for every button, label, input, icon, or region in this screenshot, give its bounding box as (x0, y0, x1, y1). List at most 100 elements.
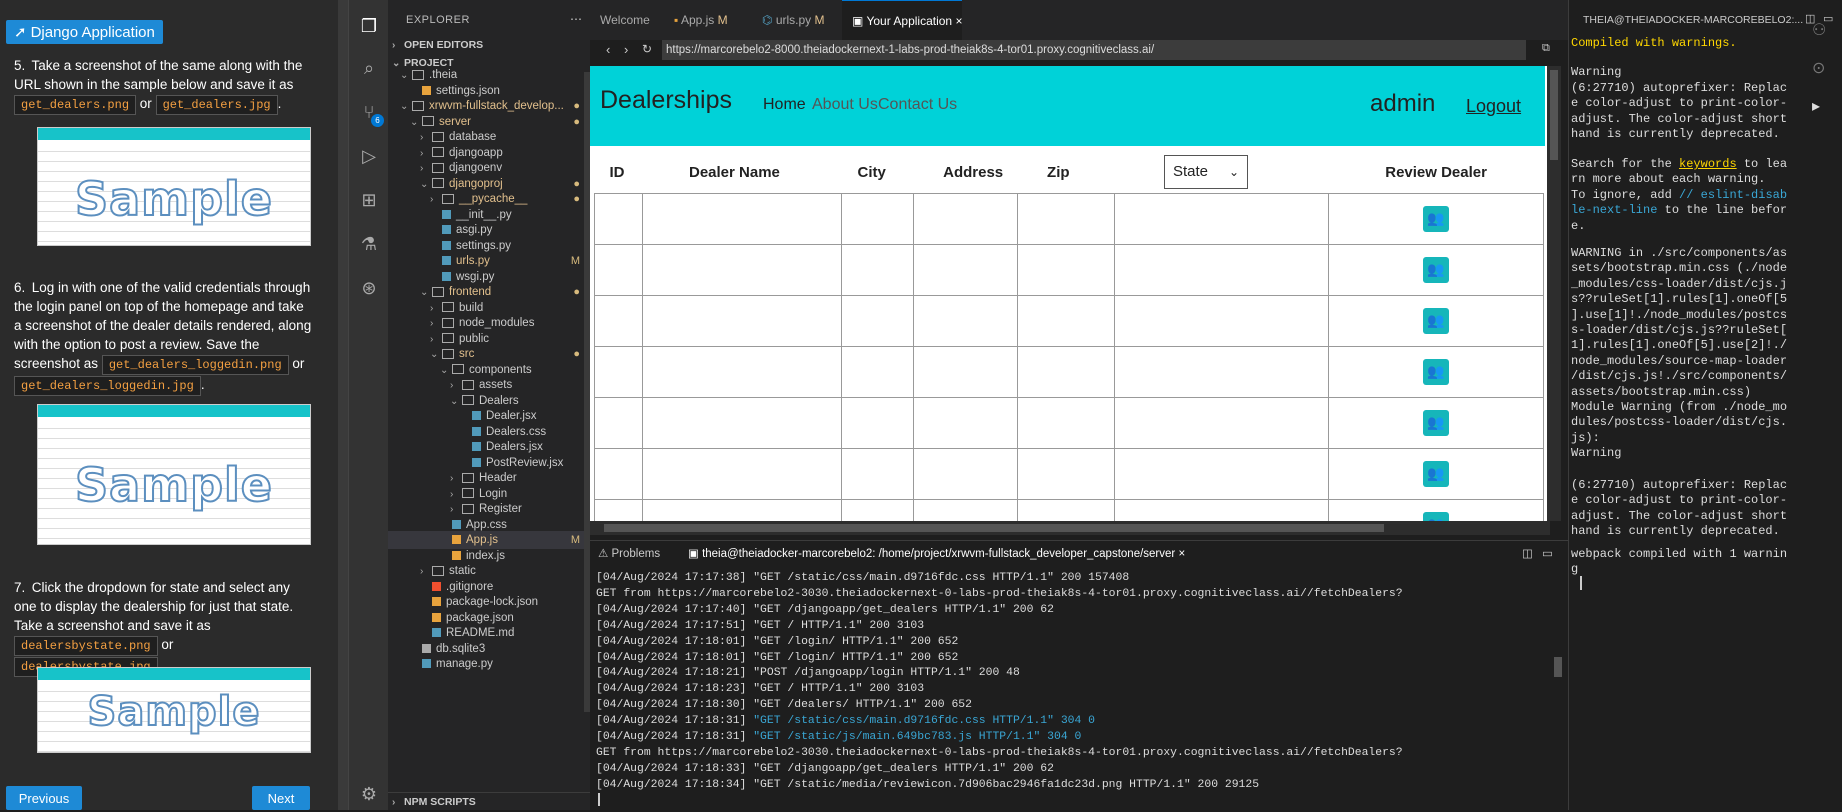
next-button[interactable]: Next (252, 786, 310, 810)
review-dealer-icon[interactable]: 👥 (1423, 511, 1450, 521)
octo-icon[interactable]: ⊙ (1812, 58, 1826, 78)
npm-scripts-section[interactable]: › NPM SCRIPTS (388, 792, 590, 810)
terminal-panel: ⚠ Problems ▣ theia@theiadocker-marcorebe… (590, 540, 1568, 810)
folder-icon (442, 348, 454, 359)
table-cell (642, 192, 843, 245)
tree-label: node_modules (459, 317, 535, 329)
nav-contact-link[interactable]: Contact Us (878, 96, 957, 114)
col-address: Address (943, 164, 1004, 182)
reload-icon[interactable]: ↻ (642, 42, 652, 56)
folder-icon (422, 116, 434, 127)
split-terminal-icon[interactable]: ◫ (1522, 541, 1533, 567)
terminal-scrollbar[interactable] (1554, 657, 1562, 677)
more-actions-icon[interactable]: ⋯ (570, 12, 582, 26)
table-cell (912, 243, 1018, 296)
close-tab-icon[interactable]: × (955, 14, 962, 28)
review-dealer-icon[interactable]: 👥 (1423, 205, 1450, 232)
sample-screenshot-1: Sample (37, 127, 311, 246)
dealers-table: ID Dealer Name City Address Zip State ⌄ … (593, 153, 1544, 521)
close-terminal-icon[interactable]: × (1178, 548, 1185, 560)
table-cell (912, 192, 1018, 245)
file-icon (472, 411, 481, 421)
forward-icon[interactable]: › (624, 42, 628, 57)
file-icon (452, 535, 461, 545)
table-cell (841, 447, 914, 500)
open-editors-section[interactable]: › OPEN EDITORS (388, 36, 590, 54)
tab-your-application[interactable]: ▣ Your Application × (842, 0, 962, 40)
settings-gear-icon[interactable]: ⚙ (359, 784, 379, 804)
tree-label: Header (479, 472, 517, 484)
table-cell (593, 498, 644, 521)
step-6: 6. Log in with one of the valid credenti… (14, 278, 314, 396)
terminal-line: [04/Aug/2024 17:18:21] "POST /djangoapp/… (596, 667, 1020, 680)
table-cell (1016, 396, 1115, 449)
output-warning-block: WARNING in ./src/components/as sets/boot… (1571, 246, 1788, 461)
chevron-down-icon: ⌄ (1228, 165, 1239, 179)
tree-label: App.js (466, 534, 498, 546)
back-icon[interactable]: ‹ (606, 42, 610, 57)
terminal-line: [04/Aug/2024 17:18:34] "GET /static/medi… (596, 778, 1260, 791)
terminal-line: [04/Aug/2024 17:18:23] "GET / HTTP/1.1" … (596, 683, 925, 696)
preview-vertical-scrollbar[interactable] (1547, 66, 1561, 521)
right-side-icons: ⚇ ⊙ ▸ (1812, 20, 1826, 116)
folder-icon (432, 162, 444, 173)
review-dealer-icon[interactable]: 👥 (1423, 256, 1450, 283)
open-external-icon[interactable]: ⧉ (1542, 42, 1550, 55)
tab-welcome[interactable]: Welcome (590, 0, 664, 40)
state-select[interactable]: State ⌄ (1164, 155, 1248, 189)
review-dealer-icon[interactable]: 👥 (1423, 307, 1450, 334)
python-file-icon: ⌬ (762, 13, 776, 27)
tab-urls-py[interactable]: ⌬ urls.py M (752, 0, 842, 40)
tab-app-js[interactable]: ▪ App.js M (664, 0, 752, 40)
search-icon[interactable]: ⌕ (359, 58, 379, 78)
folder-icon (442, 317, 454, 328)
terminal-panel-icon[interactable]: ▸ (1812, 96, 1826, 116)
review-dealer-icon[interactable]: 👥 (1423, 409, 1450, 436)
folder-icon (412, 100, 424, 111)
remote-icon[interactable]: ⊛ (359, 278, 379, 298)
folder-icon (462, 379, 474, 390)
review-dealer-icon[interactable]: 👥 (1423, 460, 1450, 487)
previous-button[interactable]: Previous (6, 786, 82, 810)
tree-label: database (449, 131, 497, 143)
review-dealer-icon[interactable]: 👥 (1423, 358, 1450, 385)
folder-icon (462, 503, 474, 514)
nav-home-link[interactable]: Home (763, 96, 806, 114)
terminal-tab[interactable]: ▣ theia@theiadocker-marcorebelo2: /home/… (682, 541, 1192, 567)
testing-icon[interactable]: ⚗ (359, 234, 379, 254)
preview-horizontal-scrollbar[interactable] (590, 521, 1550, 535)
maximize-panel-icon[interactable]: ▭ (1542, 541, 1553, 567)
tree-label: djangoproj (449, 177, 503, 190)
bell-icon[interactable]: ⚇ (1812, 20, 1826, 40)
terminal-line: [04/Aug/2024 17:18:01] "GET /login/ HTTP… (596, 635, 959, 648)
folder-icon (462, 395, 474, 406)
file-manage-py[interactable]: manage.py (388, 655, 590, 673)
logout-link[interactable]: Logout (1466, 96, 1521, 117)
problems-tab[interactable]: ⚠ Problems (598, 541, 660, 567)
tree-label: djangoenv (449, 162, 503, 174)
col-zip: Zip (1047, 164, 1070, 182)
output-header: THEIA@THEIADOCKER-MARCOREBELO2:... (1583, 14, 1804, 26)
nav-about-link[interactable]: About Us (812, 96, 878, 114)
output-final: webpack compiled with 1 warnin g (1571, 547, 1788, 577)
extensions-icon[interactable]: ⊞ (359, 190, 379, 210)
table-cell (593, 192, 644, 245)
warning-icon: ⚠ (598, 548, 612, 560)
url-input[interactable]: https://marcorebelo2-8000.theiadockernex… (662, 40, 1526, 60)
tree-label: djangoapp (449, 146, 503, 159)
folder-icon (442, 333, 454, 344)
tree-label: PostReview.jsx (486, 456, 564, 469)
instructions-scrollbar[interactable] (338, 0, 348, 810)
scm-badge: 6 (371, 114, 384, 127)
terminal-line: [04/Aug/2024 17:17:38] "GET /static/css/… (596, 572, 1130, 584)
table-cell (841, 498, 914, 521)
tree-label: public (459, 332, 490, 345)
run-debug-icon[interactable]: ▷ (359, 146, 379, 166)
file-icon (472, 442, 481, 452)
terminal-line: [04/Aug/2024 17:18:31] "GET /static/js/m… (596, 731, 1082, 743)
files-icon[interactable]: ❐ (359, 16, 379, 36)
table-cell (912, 345, 1018, 398)
folder-icon (412, 69, 424, 80)
folder-icon (432, 178, 444, 189)
table-cell (1016, 294, 1115, 347)
